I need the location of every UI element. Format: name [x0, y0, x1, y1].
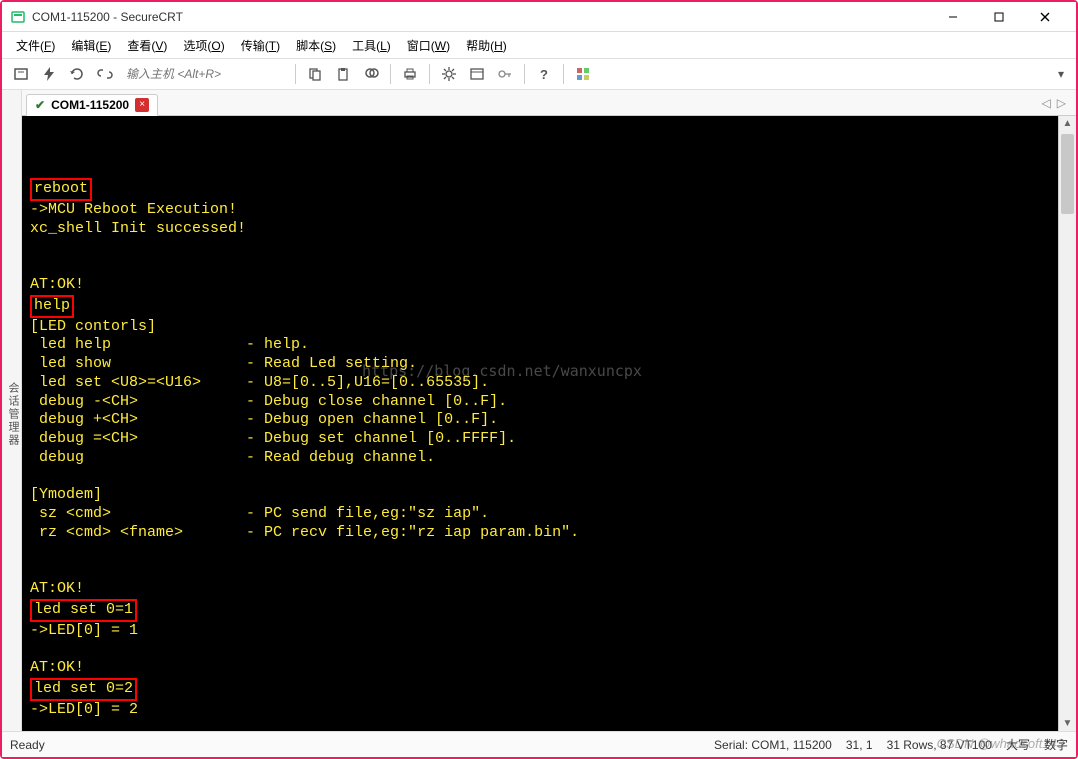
toolbar-separator: [563, 64, 564, 84]
tab-nav: ◁ ▷: [1042, 96, 1072, 110]
session-tab[interactable]: ✔ COM1-115200 ×: [26, 94, 158, 116]
terminal-line: led show - Read Led setting.: [30, 355, 1050, 374]
window-title: COM1-115200 - SecureCRT: [32, 10, 930, 24]
terminal-line: [Ymodem]: [30, 486, 1050, 505]
statusbar: Ready Serial: COM1, 115200 31, 1 31 Rows…: [2, 731, 1076, 757]
maximize-button[interactable]: [976, 2, 1022, 32]
gear-icon[interactable]: [436, 62, 462, 86]
paste-icon[interactable]: [330, 62, 356, 86]
refresh-icon[interactable]: [64, 62, 90, 86]
terminal-line: debug -<CH> - Debug close channel [0..F]…: [30, 393, 1050, 412]
terminal-line: debug - Read debug channel.: [30, 449, 1050, 468]
terminal-line: rz <cmd> <fname> - PC recv file,eg:"rz i…: [30, 524, 1050, 543]
toolbar-separator: [524, 64, 525, 84]
main-column: ✔ COM1-115200 × ◁ ▷ reboot->MCU Reboot E…: [22, 90, 1076, 731]
terminal-highlighted-cmd: led set 0=2: [30, 678, 137, 701]
terminal-line: debug +<CH> - Debug open channel [0..F].: [30, 411, 1050, 430]
terminal-line: [30, 543, 1050, 562]
menu-item-4[interactable]: 传输(T): [233, 35, 288, 56]
copy-icon[interactable]: [302, 62, 328, 86]
scroll-thumb[interactable]: [1061, 134, 1074, 214]
terminal-line: led help - help.: [30, 336, 1050, 355]
tab-next-icon[interactable]: ▷: [1057, 96, 1066, 110]
terminal-line: [30, 640, 1050, 659]
terminal-line: [30, 257, 1050, 276]
terminal-line: ->LED[0] = 2: [30, 701, 1050, 720]
terminal-line: [30, 239, 1050, 258]
terminal-wrap: reboot->MCU Reboot Execution!xc_shell In…: [22, 116, 1076, 731]
app-icon: [10, 9, 26, 25]
terminal[interactable]: reboot->MCU Reboot Execution!xc_shell In…: [22, 116, 1058, 731]
tabstrip: ✔ COM1-115200 × ◁ ▷: [22, 90, 1076, 116]
bolt-icon[interactable]: [36, 62, 62, 86]
status-size: 31 Rows, 87 VT100: [887, 738, 992, 752]
terminal-line: [LED contorls]: [30, 318, 1050, 337]
tab-prev-icon[interactable]: ◁: [1042, 96, 1051, 110]
scrollbar[interactable]: ▲ ▼: [1058, 116, 1076, 731]
menu-item-7[interactable]: 窗口(W): [399, 35, 458, 56]
terminal-highlighted-cmd: led set 0=1: [30, 599, 137, 622]
terminal-line: ->MCU Reboot Execution!: [30, 201, 1050, 220]
terminal-line: debug =<CH> - Debug set channel [0..FFFF…: [30, 430, 1050, 449]
host-input[interactable]: [120, 63, 289, 85]
menu-item-2[interactable]: 查看(V): [119, 35, 175, 56]
menu-item-5[interactable]: 脚本(S): [288, 35, 344, 56]
terminal-highlighted-cmd: reboot: [30, 178, 92, 201]
toolbar-separator: [295, 64, 296, 84]
status-num: 数字: [1044, 736, 1068, 753]
session-tab-label: COM1-115200: [51, 98, 129, 112]
scroll-up-icon[interactable]: ▲: [1059, 118, 1076, 129]
menu-item-1[interactable]: 编辑(E): [63, 35, 119, 56]
terminal-line: xc_shell Init successed!: [30, 220, 1050, 239]
titlebar: COM1-115200 - SecureCRT: [2, 2, 1076, 32]
window-controls: [930, 2, 1068, 32]
terminal-line: [30, 561, 1050, 580]
terminal-line: AT:OK!: [30, 659, 1050, 678]
status-caps: 大写: [1006, 736, 1030, 753]
toolbar-separator: [429, 64, 430, 84]
terminal-line: led set 0=1: [30, 599, 1050, 622]
status-serial: Serial: COM1, 115200: [714, 738, 832, 752]
menu-item-8[interactable]: 帮助(H): [458, 35, 515, 56]
terminal-line: [30, 468, 1050, 487]
toolbar-separator: [390, 64, 391, 84]
status-ready: Ready: [10, 738, 45, 752]
scroll-down-icon[interactable]: ▼: [1059, 718, 1076, 729]
terminal-line: ->LED[0] = 1: [30, 622, 1050, 641]
terminal-highlighted-cmd: help: [30, 295, 74, 318]
status-cursor: 31, 1: [846, 738, 873, 752]
toolbar: ? ▾: [2, 58, 1076, 90]
terminal-line: AT:OK!: [30, 580, 1050, 599]
close-button[interactable]: [1022, 2, 1068, 32]
terminal-line: [30, 719, 1050, 731]
toolbar-overflow[interactable]: ▾: [1052, 67, 1070, 81]
menu-item-3[interactable]: 选项(O): [175, 35, 232, 56]
menu-item-0[interactable]: 文件(F): [8, 35, 63, 56]
window-icon[interactable]: [464, 62, 490, 86]
menubar: 文件(F)编辑(E)查看(V)选项(O)传输(T)脚本(S)工具(L)窗口(W)…: [2, 32, 1076, 58]
print-icon[interactable]: [397, 62, 423, 86]
help-icon[interactable]: ?: [531, 62, 557, 86]
link-icon[interactable]: [92, 62, 118, 86]
connect-icon[interactable]: [8, 62, 34, 86]
terminal-line: led set 0=2: [30, 678, 1050, 701]
session-manager-tab[interactable]: 会话管理器: [2, 90, 22, 731]
terminal-line: sz <cmd> - PC send file,eg:"sz iap".: [30, 505, 1050, 524]
terminal-line: AT:OK!: [30, 276, 1050, 295]
menu-item-6[interactable]: 工具(L): [344, 35, 399, 56]
terminal-line: help: [30, 295, 1050, 318]
tab-close-icon[interactable]: ×: [135, 98, 149, 112]
status-check-icon: ✔: [35, 98, 45, 112]
key-icon[interactable]: [492, 62, 518, 86]
terminal-line: led set <U8>=<U16> - U8=[0..5],U16=[0..6…: [30, 374, 1050, 393]
terminal-line: reboot: [30, 178, 1050, 201]
workarea: 会话管理器 ✔ COM1-115200 × ◁ ▷ reboot->MCU Re…: [2, 90, 1076, 731]
minimize-button[interactable]: [930, 2, 976, 32]
svg-text:?: ?: [540, 67, 548, 82]
find-icon[interactable]: [358, 62, 384, 86]
grid-icon[interactable]: [570, 62, 596, 86]
